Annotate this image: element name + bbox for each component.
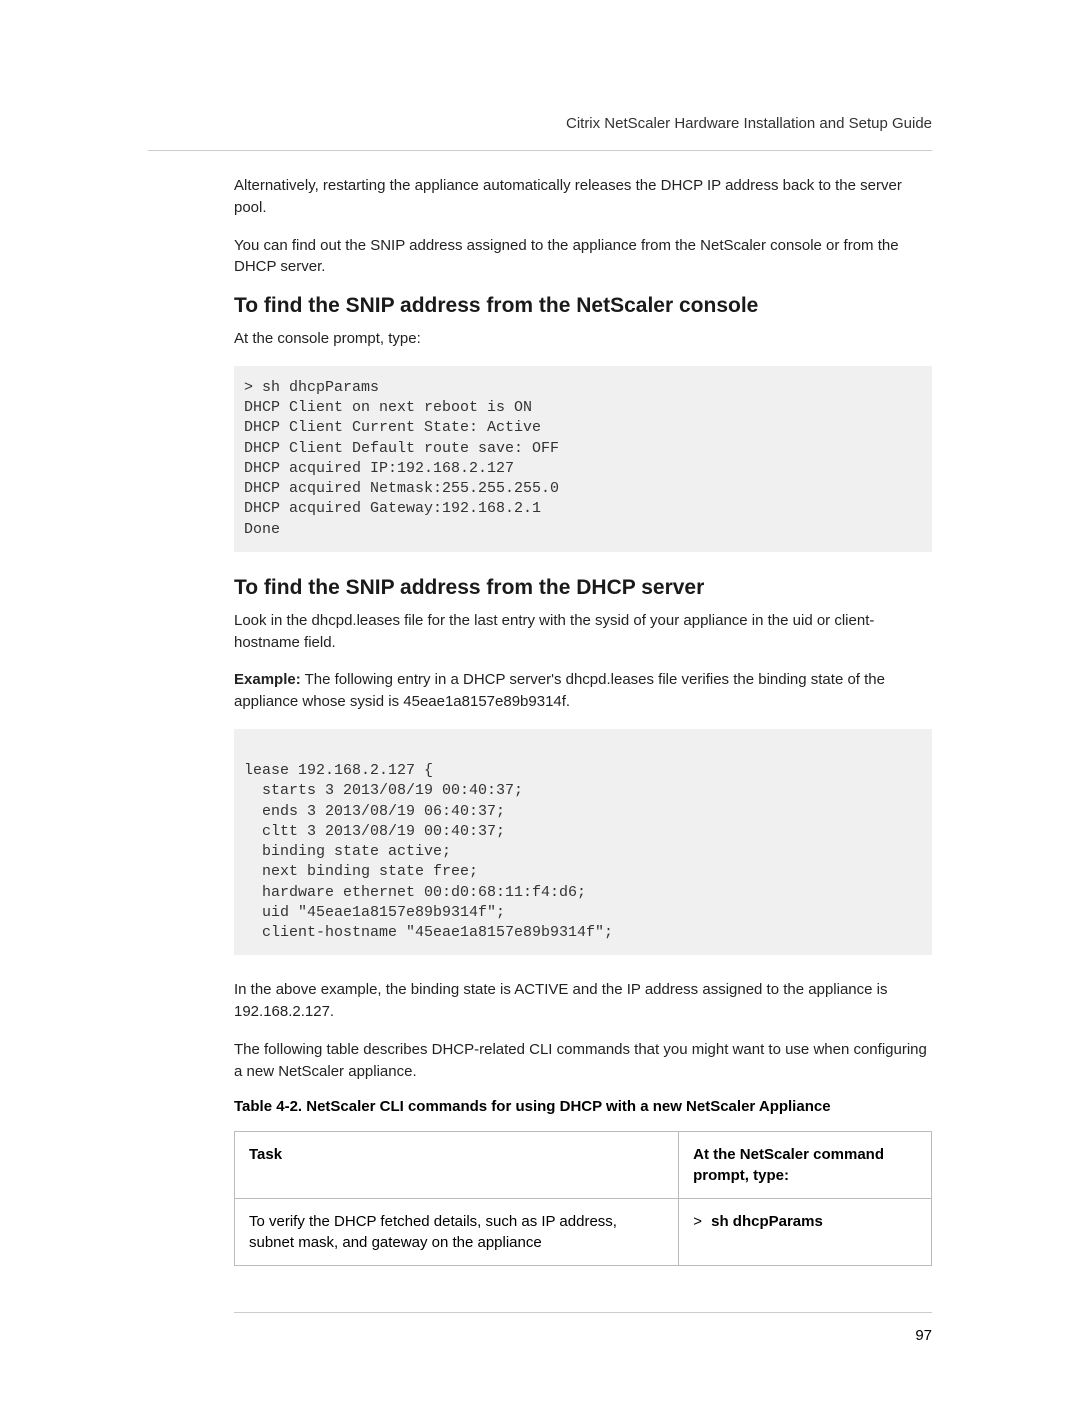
para-snip-intro: You can find out the SNIP address assign… [234,235,932,279]
para-example: Example: The following entry in a DHCP s… [234,669,932,713]
para-restart: Alternatively, restarting the appliance … [234,175,932,219]
td-command: > sh dhcpParams [679,1199,932,1266]
prompt-symbol: > [693,1214,711,1231]
td-task: To verify the DHCP fetched details, such… [235,1199,679,1266]
header-rule [148,150,932,151]
code-lease-block: lease 192.168.2.127 { starts 3 2013/08/1… [234,729,932,956]
example-label: Example: [234,671,301,688]
footer-rule [234,1312,932,1313]
th-task: Task [235,1132,679,1199]
table-caption: Table 4-2. NetScaler CLI commands for us… [234,1098,932,1115]
doc-title: Citrix NetScaler Hardware Installation a… [148,115,932,132]
table-header-row: Task At the NetScaler command prompt, ty… [235,1132,932,1199]
page: Citrix NetScaler Hardware Installation a… [0,0,1080,1404]
para-binding-state: In the above example, the binding state … [234,979,932,1023]
example-text: The following entry in a DHCP server's d… [234,671,885,710]
page-number: 97 [234,1327,932,1344]
heading-dhcp-server: To find the SNIP address from the DHCP s… [234,576,932,600]
para-console-prompt: At the console prompt, type: [234,328,932,350]
dhcp-commands-table: Task At the NetScaler command prompt, ty… [234,1131,932,1266]
heading-netscaler-console: To find the SNIP address from the NetSca… [234,294,932,318]
main-content: Alternatively, restarting the appliance … [234,175,932,1344]
table-row: To verify the DHCP fetched details, such… [235,1199,932,1266]
para-dhcpd-leases: Look in the dhcpd.leases file for the la… [234,610,932,654]
para-table-intro: The following table describes DHCP-relat… [234,1039,932,1083]
code-sh-dhcpparams: > sh dhcpParams DHCP Client on next rebo… [234,366,932,552]
command-text: sh dhcpParams [711,1213,823,1230]
th-command: At the NetScaler command prompt, type: [679,1132,932,1199]
